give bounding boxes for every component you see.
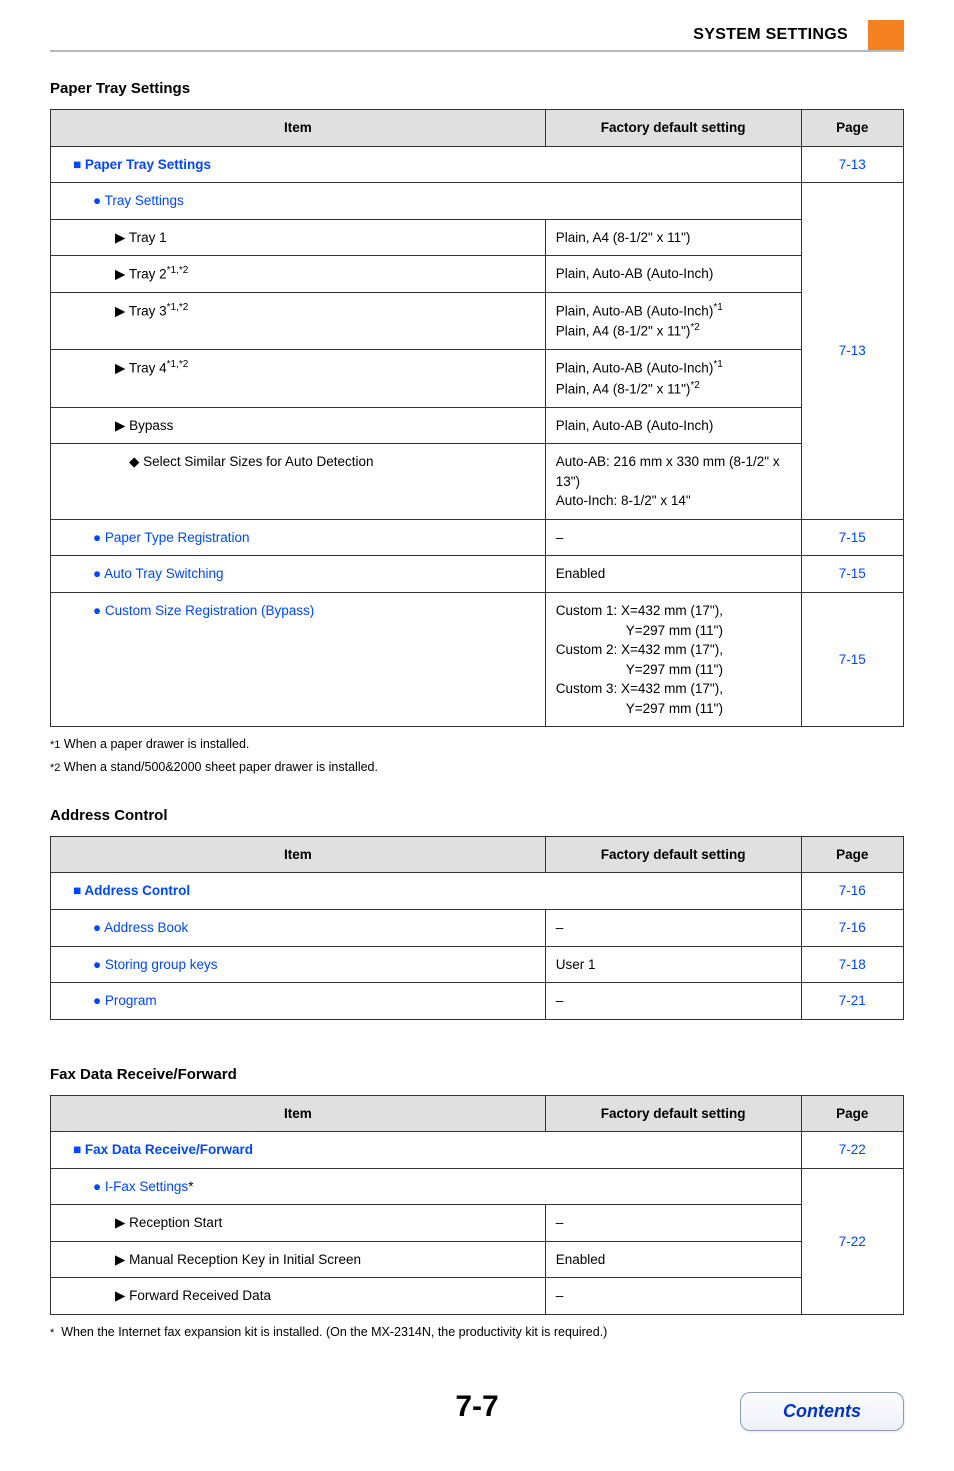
link-address-control[interactable]: ■ Address Control <box>61 881 190 901</box>
section-color-tab <box>868 20 904 50</box>
label-manual-reception: ▶ Manual Reception Key in Initial Screen <box>61 1250 361 1270</box>
col-item: Item <box>51 836 546 873</box>
link-auto-tray-switching[interactable]: ● Auto Tray Switching <box>61 564 223 584</box>
page-link[interactable]: 7-16 <box>839 883 866 898</box>
link-tray-settings[interactable]: ● Tray Settings <box>61 191 184 211</box>
label-tray-3: ▶ Tray 3*1,*2 <box>61 301 188 321</box>
page-link[interactable]: 7-15 <box>839 530 866 545</box>
page-link[interactable]: 7-18 <box>839 957 866 972</box>
table-row: ● I-Fax Settings* 7-22 <box>51 1168 904 1205</box>
header-title: SYSTEM SETTINGS <box>693 26 856 44</box>
table-row: ■ Fax Data Receive/Forward 7-22 <box>51 1132 904 1169</box>
section-title-fax: Fax Data Receive/Forward <box>50 1066 904 1083</box>
default-value: Auto-AB: 216 mm x 330 mm (8-1/2" x 13") … <box>545 444 801 520</box>
label-bypass: ▶ Bypass <box>61 416 173 436</box>
label-select-similar-sizes: ◆ Select Similar Sizes for Auto Detectio… <box>61 452 374 472</box>
default-value: Plain, Auto-AB (Auto-Inch) <box>545 407 801 444</box>
table-row: ● Paper Type Registration – 7-15 <box>51 519 904 556</box>
link-address-book[interactable]: ● Address Book <box>61 918 188 938</box>
table-row: ◆ Select Similar Sizes for Auto Detectio… <box>51 444 904 520</box>
label-tray-2: ▶ Tray 2*1,*2 <box>61 264 188 284</box>
col-default: Factory default setting <box>545 836 801 873</box>
table-header-row: Item Factory default setting Page <box>51 836 904 873</box>
default-value: – <box>545 983 801 1020</box>
table-row: ▶ Bypass Plain, Auto-AB (Auto-Inch) <box>51 407 904 444</box>
table-row: ▶ Manual Reception Key in Initial Screen… <box>51 1241 904 1278</box>
table-row: ▶ Tray 3*1,*2 Plain, Auto-AB (Auto-Inch)… <box>51 293 904 350</box>
col-default: Factory default setting <box>545 110 801 147</box>
footnote-fax: * When the Internet fax expansion kit is… <box>50 1323 904 1342</box>
label-reception-start: ▶ Reception Start <box>61 1213 222 1233</box>
table-header-row: Item Factory default setting Page <box>51 110 904 147</box>
footnote-2: *2 When a stand/500&2000 sheet paper dra… <box>50 758 904 777</box>
col-item: Item <box>51 110 546 147</box>
paper-tray-table: Item Factory default setting Page ■ Pape… <box>50 109 904 727</box>
page-link[interactable]: 7-15 <box>839 652 866 667</box>
footnote-1: *1 When a paper drawer is installed. <box>50 735 904 754</box>
link-fax-data[interactable]: ■ Fax Data Receive/Forward <box>61 1140 253 1160</box>
col-default: Factory default setting <box>545 1095 801 1132</box>
default-value: – <box>545 1278 801 1315</box>
page-header: SYSTEM SETTINGS <box>50 20 904 52</box>
table-row: ▶ Reception Start – <box>51 1205 904 1242</box>
default-value: Plain, Auto-AB (Auto-Inch)*1 Plain, A4 (… <box>545 293 801 350</box>
col-page: Page <box>801 110 903 147</box>
table-row: ● Auto Tray Switching Enabled 7-15 <box>51 556 904 593</box>
table-row: ● Storing group keys User 1 7-18 <box>51 946 904 983</box>
table-row: ▶ Tray 1 Plain, A4 (8-1/2" x 11") <box>51 219 904 256</box>
link-ifax-settings[interactable]: ● I-Fax Settings* <box>61 1177 193 1197</box>
default-value: Plain, A4 (8-1/2" x 11") <box>545 219 801 256</box>
fax-table: Item Factory default setting Page ■ Fax … <box>50 1095 904 1315</box>
table-row: ● Address Book – 7-16 <box>51 909 904 946</box>
default-value: – <box>545 519 801 556</box>
default-value: Plain, Auto-AB (Auto-Inch)*1 Plain, A4 (… <box>545 350 801 407</box>
label-tray-4: ▶ Tray 4*1,*2 <box>61 358 188 378</box>
table-row: ● Tray Settings 7-13 <box>51 183 904 220</box>
default-value: – <box>545 909 801 946</box>
page-link[interactable]: 7-22 <box>839 1142 866 1157</box>
page-link[interactable]: 7-13 <box>839 343 866 358</box>
page-link[interactable]: 7-22 <box>839 1234 866 1249</box>
default-value: Enabled <box>545 1241 801 1278</box>
link-paper-tray-settings[interactable]: ■ Paper Tray Settings <box>61 155 211 175</box>
link-storing-group-keys[interactable]: ● Storing group keys <box>61 955 217 975</box>
label-tray-1: ▶ Tray 1 <box>61 228 167 248</box>
table-row: ● Custom Size Registration (Bypass) Cust… <box>51 592 904 726</box>
default-value: Custom 1: X=432 mm (17"), Y=297 mm (11")… <box>545 592 801 726</box>
link-program[interactable]: ● Program <box>61 991 157 1011</box>
page-link[interactable]: 7-13 <box>839 157 866 172</box>
col-page: Page <box>801 836 903 873</box>
page-link[interactable]: 7-15 <box>839 566 866 581</box>
table-row: ■ Address Control 7-16 <box>51 873 904 910</box>
table-header-row: Item Factory default setting Page <box>51 1095 904 1132</box>
label-forward-received: ▶ Forward Received Data <box>61 1286 271 1306</box>
table-row: ■ Paper Tray Settings 7-13 <box>51 146 904 183</box>
page-link[interactable]: 7-16 <box>839 920 866 935</box>
default-value: Enabled <box>545 556 801 593</box>
col-page: Page <box>801 1095 903 1132</box>
default-value: User 1 <box>545 946 801 983</box>
default-value: – <box>545 1205 801 1242</box>
table-row: ● Program – 7-21 <box>51 983 904 1020</box>
page-link[interactable]: 7-21 <box>839 993 866 1008</box>
link-custom-size-registration[interactable]: ● Custom Size Registration (Bypass) <box>61 601 314 621</box>
link-paper-type-registration[interactable]: ● Paper Type Registration <box>61 528 250 548</box>
col-item: Item <box>51 1095 546 1132</box>
address-control-table: Item Factory default setting Page ■ Addr… <box>50 836 904 1020</box>
contents-button[interactable]: Contents <box>740 1392 904 1431</box>
default-value: Plain, Auto-AB (Auto-Inch) <box>545 256 801 293</box>
table-row: ▶ Tray 2*1,*2 Plain, Auto-AB (Auto-Inch) <box>51 256 904 293</box>
section-title-address-control: Address Control <box>50 807 904 824</box>
table-row: ▶ Tray 4*1,*2 Plain, Auto-AB (Auto-Inch)… <box>51 350 904 407</box>
table-row: ▶ Forward Received Data – <box>51 1278 904 1315</box>
section-title-paper-tray: Paper Tray Settings <box>50 80 904 97</box>
